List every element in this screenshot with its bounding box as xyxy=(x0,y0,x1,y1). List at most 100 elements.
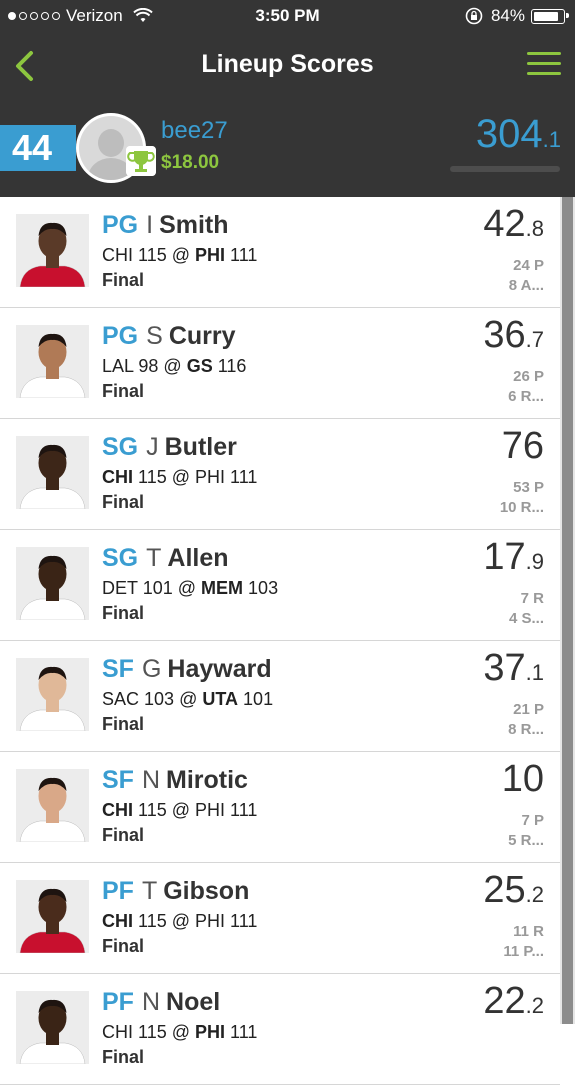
player-photo xyxy=(16,658,89,731)
player-row[interactable]: PF N Noel CHI 115 @ PHI 111 Final 22.2 xyxy=(0,974,560,1085)
battery-icon xyxy=(531,8,569,24)
player-first-initial: I xyxy=(146,211,154,239)
player-stat-secondary: 8 A... xyxy=(508,277,544,294)
player-photo xyxy=(16,436,89,509)
rotation-lock-icon xyxy=(465,7,483,25)
player-stat-primary: 21 P xyxy=(513,701,544,718)
player-first-initial: G xyxy=(141,655,162,683)
player-stat-secondary: 6 R... xyxy=(508,388,544,405)
away-team: CHI xyxy=(102,1022,133,1042)
away-score: 103 xyxy=(144,689,175,709)
winnings-amount: $18.00 xyxy=(161,152,220,173)
home-score: 111 xyxy=(230,467,258,487)
home-score: 111 xyxy=(230,245,258,265)
home-team: PHI xyxy=(195,911,226,931)
away-team: CHI xyxy=(102,911,133,931)
home-team: MEM xyxy=(201,578,244,598)
player-position: PF xyxy=(102,877,134,905)
home-score: 111 xyxy=(230,1022,258,1042)
status-right: 84% xyxy=(465,6,569,26)
player-first-initial: S xyxy=(146,322,163,350)
player-photo xyxy=(16,325,89,398)
player-photo xyxy=(16,769,89,842)
player-name: PF T Gibson xyxy=(102,877,249,906)
player-first-initial: T xyxy=(146,544,162,572)
game-status: Final xyxy=(102,492,145,512)
player-first-initial: T xyxy=(141,877,158,905)
player-fantasy-score: 42.8 xyxy=(483,203,544,245)
player-stat-secondary: 11 P... xyxy=(503,943,544,960)
player-name: PG S Curry xyxy=(102,322,236,351)
player-row[interactable]: SF N Mirotic CHI 115 @ PHI 111 Final 10 7 … xyxy=(0,752,560,863)
username[interactable]: bee27 xyxy=(161,117,228,145)
away-score: 115 xyxy=(138,467,167,487)
player-row[interactable]: PG S Curry LAL 98 @ GS 116 Final 36.7 26 P… xyxy=(0,308,560,419)
away-score: 101 xyxy=(142,578,173,598)
away-team: CHI xyxy=(102,245,133,265)
home-team: PHI xyxy=(195,800,226,820)
away-score: 115 xyxy=(138,245,167,265)
player-fantasy-score: 37.1 xyxy=(483,647,544,689)
game-status: Final xyxy=(102,381,145,401)
player-name: PF N Noel xyxy=(102,988,220,1017)
player-fantasy-score: 36.7 xyxy=(483,314,544,356)
hamburger-menu-icon[interactable] xyxy=(527,52,561,76)
home-score: 111 xyxy=(230,911,258,931)
game-status: Final xyxy=(102,603,145,623)
player-position: SF xyxy=(102,655,134,683)
player-name: PG I Smith xyxy=(102,211,229,240)
player-row[interactable]: SG T Allen DET 101 @ MEM 103 Final 17.9 7 … xyxy=(0,530,560,641)
away-score: 115 xyxy=(138,800,167,820)
game-status: Final xyxy=(102,1047,145,1067)
away-score: 115 xyxy=(138,911,167,931)
player-photo xyxy=(16,547,89,620)
player-photo xyxy=(16,880,89,953)
player-photo xyxy=(16,991,89,1064)
player-last-name: Noel xyxy=(166,988,221,1016)
game-score: CHI 115 @ PHI 111 xyxy=(102,1022,258,1042)
player-photo xyxy=(16,214,89,287)
trophy-icon xyxy=(126,146,156,176)
player-stat-primary: 11 R xyxy=(513,923,544,940)
player-position: SG xyxy=(102,433,139,461)
player-name: SF N Mirotic xyxy=(102,766,248,795)
player-position: PG xyxy=(102,322,139,350)
away-score: 98 xyxy=(138,356,159,376)
player-fantasy-score: 22.2 xyxy=(483,980,544,1022)
player-position: PF xyxy=(102,988,134,1016)
player-stat-secondary: 8 R... xyxy=(508,721,544,738)
player-last-name: Hayward xyxy=(167,655,272,683)
player-name: SF G Hayward xyxy=(102,655,272,684)
player-stat-secondary: 10 R... xyxy=(499,499,544,516)
player-stat-secondary: 4 S... xyxy=(508,610,544,627)
player-stat-primary: 24 P xyxy=(513,257,544,274)
player-stat-primary: 7 P xyxy=(521,812,544,829)
player-row[interactable]: SF G Hayward SAC 103 @ UTA 101 Final 37.1 … xyxy=(0,641,560,752)
home-team: PHI xyxy=(195,245,226,265)
player-fantasy-score: 25.2 xyxy=(483,869,544,911)
player-list: PG I Smith CHI 115 @ PHI 111 Final 42.8 24… xyxy=(0,197,560,1085)
player-stat-primary: 53 P xyxy=(513,479,544,496)
player-position: SF xyxy=(102,766,134,794)
player-last-name: Smith xyxy=(159,211,229,239)
player-row[interactable]: PF T Gibson CHI 115 @ PHI 111 Final 25.2 1… xyxy=(0,863,560,974)
away-team: LAL xyxy=(102,356,134,376)
away-team: CHI xyxy=(102,467,133,487)
game-status: Final xyxy=(102,270,145,290)
player-stat-secondary: 5 R... xyxy=(508,832,544,849)
scrollbar-thumb[interactable] xyxy=(562,197,573,1024)
player-last-name: Butler xyxy=(164,433,237,461)
player-row[interactable]: PG I Smith CHI 115 @ PHI 111 Final 42.8 24… xyxy=(0,197,560,308)
away-team: SAC xyxy=(102,689,140,709)
scrollbar[interactable] xyxy=(560,197,575,1024)
player-fantasy-score: 76 xyxy=(501,425,544,467)
player-position: SG xyxy=(102,544,139,572)
player-row[interactable]: SG J Butler CHI 115 @ PHI 111 Final 76 53 … xyxy=(0,419,560,530)
player-last-name: Mirotic xyxy=(166,766,248,794)
game-score: CHI 115 @ PHI 111 xyxy=(102,467,258,487)
app-header: Verizon 3:50 PM 84% Lineup Scores 44 bee… xyxy=(0,0,575,197)
rank-badge: 44 xyxy=(0,125,76,171)
player-last-name: Allen xyxy=(167,544,229,572)
status-bar: Verizon 3:50 PM 84% xyxy=(0,0,575,32)
home-score: 111 xyxy=(230,800,258,820)
